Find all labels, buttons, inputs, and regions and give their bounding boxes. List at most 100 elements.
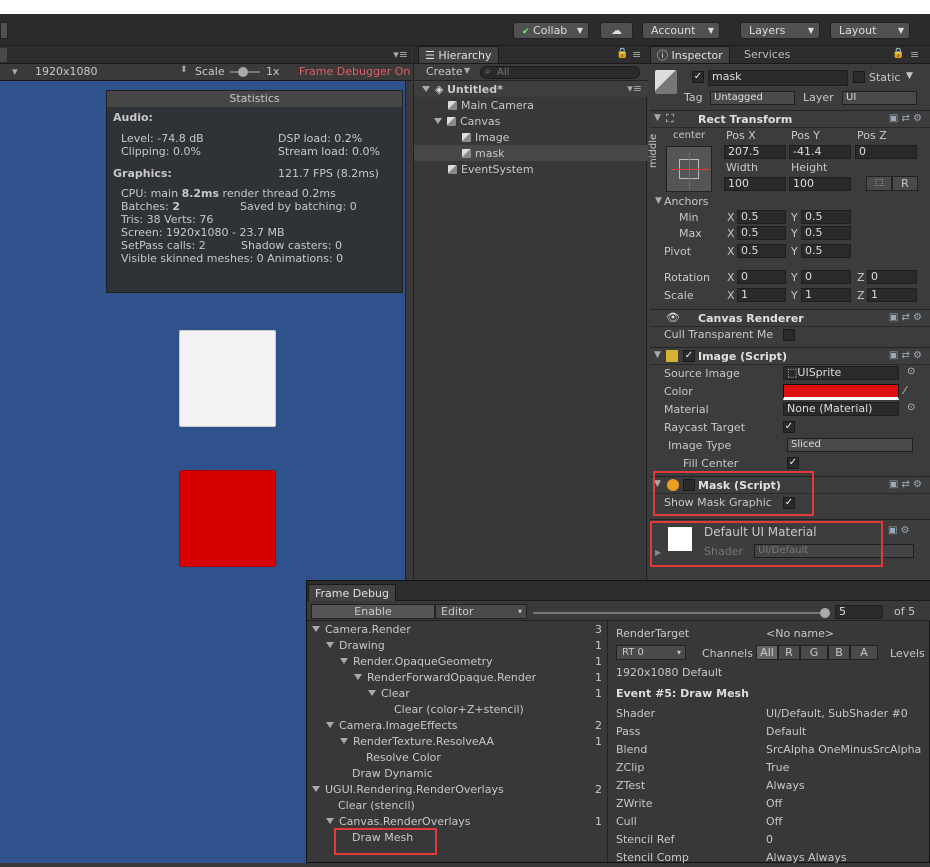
- layers-dropdown[interactable]: Layers ▼: [740, 22, 820, 39]
- object-name-field[interactable]: mask: [708, 70, 848, 86]
- lock-icon[interactable]: 🔒: [616, 48, 628, 59]
- object-picker-icon[interactable]: ⊙: [907, 366, 915, 377]
- scale-z-field[interactable]: 1: [867, 288, 917, 302]
- rotation-x-field[interactable]: 0: [737, 270, 786, 284]
- enable-button[interactable]: Enable: [311, 604, 435, 619]
- frame-debug-splitter[interactable]: [607, 621, 608, 864]
- event-slider-handle[interactable]: [820, 608, 830, 618]
- display-dropdown-arrow[interactable]: ▾: [12, 65, 18, 78]
- anchor-min-x-field[interactable]: 0.5: [737, 210, 786, 224]
- hierarchy-item-image[interactable]: Image: [414, 129, 648, 145]
- anchor-max-y-field[interactable]: 0.5: [801, 226, 851, 240]
- collapse-arrow-icon[interactable]: ▼: [655, 196, 662, 206]
- frame-event-row[interactable]: RenderForwardOpaque.Render: [354, 670, 536, 686]
- frame-event-row[interactable]: RenderTexture.ResolveAA: [340, 734, 494, 750]
- frame-event-row[interactable]: UGUI.Rendering.RenderOverlays: [312, 782, 504, 798]
- channel-b-button[interactable]: B: [828, 645, 850, 660]
- pos-y-field[interactable]: -41.4: [789, 145, 851, 159]
- eyedropper-icon[interactable]: ⁄: [904, 384, 906, 397]
- pos-z-field[interactable]: 0: [855, 145, 917, 159]
- image-enabled-checkbox[interactable]: ✓: [683, 350, 695, 362]
- anchor-presets-button[interactable]: [666, 146, 712, 192]
- object-picker-icon[interactable]: ⊙: [907, 402, 915, 413]
- width-field[interactable]: 100: [724, 177, 786, 191]
- layout-dropdown[interactable]: Layout ▼: [830, 22, 910, 39]
- collab-button[interactable]: ✔ Collab ▼: [513, 22, 589, 39]
- fill-center-checkbox[interactable]: ✓: [787, 457, 799, 469]
- blueprint-mode-button[interactable]: ⬚: [866, 176, 892, 191]
- menu-icon[interactable]: ▾≡: [393, 48, 408, 61]
- frame-event-row[interactable]: Camera.Render: [312, 622, 411, 638]
- frame-event-row[interactable]: Camera.ImageEffects: [326, 718, 458, 734]
- source-image-field[interactable]: ⬚UISprite: [783, 366, 899, 380]
- hierarchy-item-main-camera[interactable]: Main Camera: [414, 97, 648, 113]
- lock-icon[interactable]: 🔒: [892, 48, 904, 59]
- event-index-field[interactable]: 5: [835, 605, 883, 619]
- render-texture-dropdown[interactable]: RT 0 ▾: [616, 645, 686, 660]
- tab-frame-debug[interactable]: Frame Debug: [308, 584, 396, 601]
- create-dropdown[interactable]: Create: [426, 65, 463, 78]
- material-field[interactable]: None (Material): [783, 402, 899, 416]
- cpu-suffix: render thread 0.2ms: [219, 187, 336, 200]
- layer-dropdown[interactable]: UI: [842, 91, 917, 105]
- height-field[interactable]: 100: [789, 177, 851, 191]
- scale-x-field[interactable]: 1: [737, 288, 786, 302]
- rotation-z-field[interactable]: 0: [867, 270, 917, 284]
- frame-event-row[interactable]: Clear: [368, 686, 410, 702]
- scene-row[interactable]: ◈ Untitled* ▾≡: [414, 81, 648, 97]
- hierarchy-item-mask[interactable]: mask: [414, 145, 648, 161]
- resolution-dropdown[interactable]: 1920x1080: [35, 65, 98, 78]
- account-dropdown[interactable]: Account ▼: [642, 22, 720, 39]
- tab-services[interactable]: Services: [738, 46, 796, 63]
- component-icons[interactable]: ▣ ⇄ ⚙: [889, 350, 922, 361]
- target-dropdown[interactable]: Editor ▾: [435, 604, 527, 619]
- channel-r-button[interactable]: R: [778, 645, 800, 660]
- canvas-renderer-header[interactable]: 👁 Canvas Renderer ▣ ⇄ ⚙: [650, 309, 930, 327]
- component-icons[interactable]: ▣ ⇄ ⚙: [889, 479, 922, 490]
- scale-slider-handle[interactable]: [238, 67, 248, 77]
- channel-all-button[interactable]: All: [756, 645, 778, 660]
- statistics-title: Statistics: [107, 91, 402, 107]
- chevron-down-icon[interactable]: ▼: [906, 71, 913, 81]
- menu-icon[interactable]: ≡: [632, 48, 641, 61]
- frame-event-row[interactable]: Draw Dynamic: [352, 766, 433, 782]
- raw-edit-button[interactable]: R: [892, 176, 918, 191]
- pos-x-field[interactable]: 207.5: [724, 145, 786, 159]
- image-type-dropdown[interactable]: Sliced: [787, 438, 913, 452]
- toolbar-hand-tool[interactable]: [0, 22, 8, 39]
- channel-g-button[interactable]: G: [800, 645, 828, 660]
- component-icons[interactable]: ▣ ⇄ ⚙: [889, 312, 922, 323]
- image-script-header[interactable]: ▼ ✓ Image (Script) ▣ ⇄ ⚙: [650, 347, 930, 365]
- cloud-button[interactable]: ☁: [600, 22, 633, 39]
- active-checkbox[interactable]: ✓: [692, 71, 704, 83]
- frame-event-row[interactable]: Resolve Color: [366, 750, 441, 766]
- channel-a-button[interactable]: A: [850, 645, 878, 660]
- rotation-y-field[interactable]: 0: [801, 270, 851, 284]
- color-swatch[interactable]: [783, 384, 899, 400]
- cull-transparent-checkbox[interactable]: [783, 329, 795, 341]
- component-icons[interactable]: ▣ ⚙: [888, 525, 910, 536]
- frame-event-row[interactable]: Render.OpaqueGeometry: [340, 654, 493, 670]
- tag-dropdown[interactable]: Untagged: [710, 91, 795, 105]
- tab-hierarchy[interactable]: ☰ Hierarchy: [418, 46, 499, 63]
- frame-event-row[interactable]: Clear (stencil): [338, 798, 415, 814]
- anchor-min-y-field[interactable]: 0.5: [801, 210, 851, 224]
- tab-inspector[interactable]: ⓘ Inspector: [650, 46, 730, 63]
- static-checkbox[interactable]: [853, 71, 865, 83]
- anchor-max-x-field[interactable]: 0.5: [737, 226, 786, 240]
- hierarchy-item-canvas[interactable]: Canvas: [414, 113, 648, 129]
- game-tab[interactable]: [0, 48, 7, 62]
- scene-menu-icon[interactable]: ▾≡: [627, 82, 642, 95]
- component-icons[interactable]: ▣ ⇄ ⚙: [889, 113, 922, 124]
- rect-transform-header[interactable]: ▼ ⛶ Rect Transform ▣ ⇄ ⚙: [650, 110, 930, 128]
- raycast-target-checkbox[interactable]: ✓: [783, 421, 795, 433]
- hierarchy-item-eventsystem[interactable]: EventSystem: [414, 161, 648, 177]
- pivot-x-field[interactable]: 0.5: [737, 244, 786, 258]
- pivot-y-field[interactable]: 0.5: [801, 244, 851, 258]
- frame-event-row[interactable]: Drawing: [326, 638, 385, 654]
- menu-icon[interactable]: ≡: [910, 48, 919, 61]
- event-slider-track[interactable]: [533, 612, 829, 614]
- hierarchy-search-input[interactable]: ⌕ All: [480, 66, 640, 79]
- frame-event-row[interactable]: Clear (color+Z+stencil): [394, 702, 524, 718]
- scale-y-field[interactable]: 1: [801, 288, 851, 302]
